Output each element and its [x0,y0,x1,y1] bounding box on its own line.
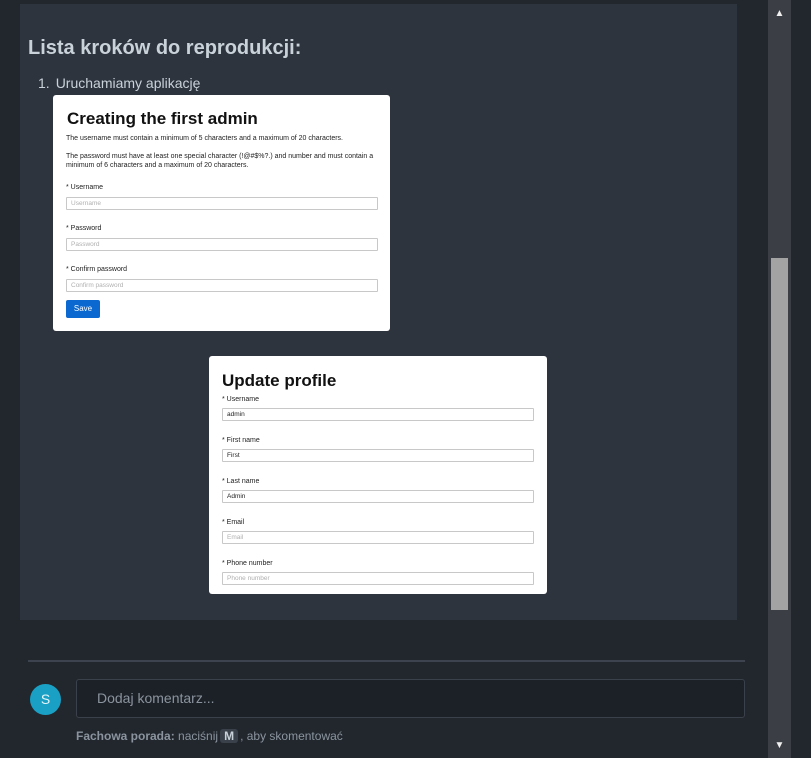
section-title: Lista kroków do reprodukcji: [28,37,302,59]
screenshot-create-admin[interactable]: Creating the first admin The username mu… [53,95,390,331]
shot-admin-rule-username: The username must contain a minimum of 5… [66,135,344,142]
tip-before-text: naciśnij [178,729,219,743]
tip-after-text: , aby skomentować [240,729,343,743]
comment-tip: Fachowa porada: naciśnij M, aby skomentow… [76,729,343,743]
scrollbar-thumb[interactable] [771,258,788,610]
shot-admin-save-button: Save [66,300,100,318]
shot-profile-email-label: * Email [222,519,245,526]
step-number: 1. [38,75,50,91]
avatar[interactable]: S [30,684,61,715]
shot-profile-email-field: Email [222,531,534,544]
tip-label: Fachowa porada: [76,729,175,743]
shortcut-key-badge: M [220,729,239,743]
shot-admin-confirm-label: * Confirm password [66,266,128,273]
step-text: Uruchamiamy aplikację [55,75,201,91]
scroll-up-arrow-icon[interactable]: ▲ [768,6,791,22]
shot-profile-username-label: * Username [222,396,259,403]
shot-profile-first-name-label: * First name [222,437,260,444]
scroll-down-arrow-icon[interactable]: ▼ [768,738,791,754]
shot-profile-last-name-field: Admin [222,490,534,503]
shot-profile-title: Update profile [222,371,337,390]
shot-profile-phone-field: Phone number [222,572,534,585]
vertical-scrollbar[interactable]: ▲ ▼ [768,0,791,758]
step-item: 1. Uruchamiamy aplikację [38,75,200,91]
shot-profile-last-name-label: * Last name [222,478,260,485]
shot-profile-username-field: admin [222,408,534,421]
shot-admin-title: Creating the first admin [67,109,258,128]
shot-admin-password-label: * Password [66,225,102,232]
comment-input[interactable]: Dodaj komentarz... [76,679,745,718]
shot-admin-password-field: Password [66,238,378,251]
shot-admin-username-label: * Username [66,184,103,191]
shot-profile-phone-label: * Phone number [222,560,273,567]
comments-divider [28,660,745,662]
screenshot-update-profile[interactable]: Update profile * Username admin * First … [209,356,547,594]
shot-profile-first-name-field: First [222,449,534,462]
shot-admin-confirm-field: Confirm password [66,279,378,292]
shot-admin-rule-password: The password must have at least one spec… [66,153,374,169]
window-edge [791,0,811,758]
description-panel: Lista kroków do reprodukcji: 1. Uruchamia… [20,4,737,620]
shot-admin-username-field: Username [66,197,378,210]
